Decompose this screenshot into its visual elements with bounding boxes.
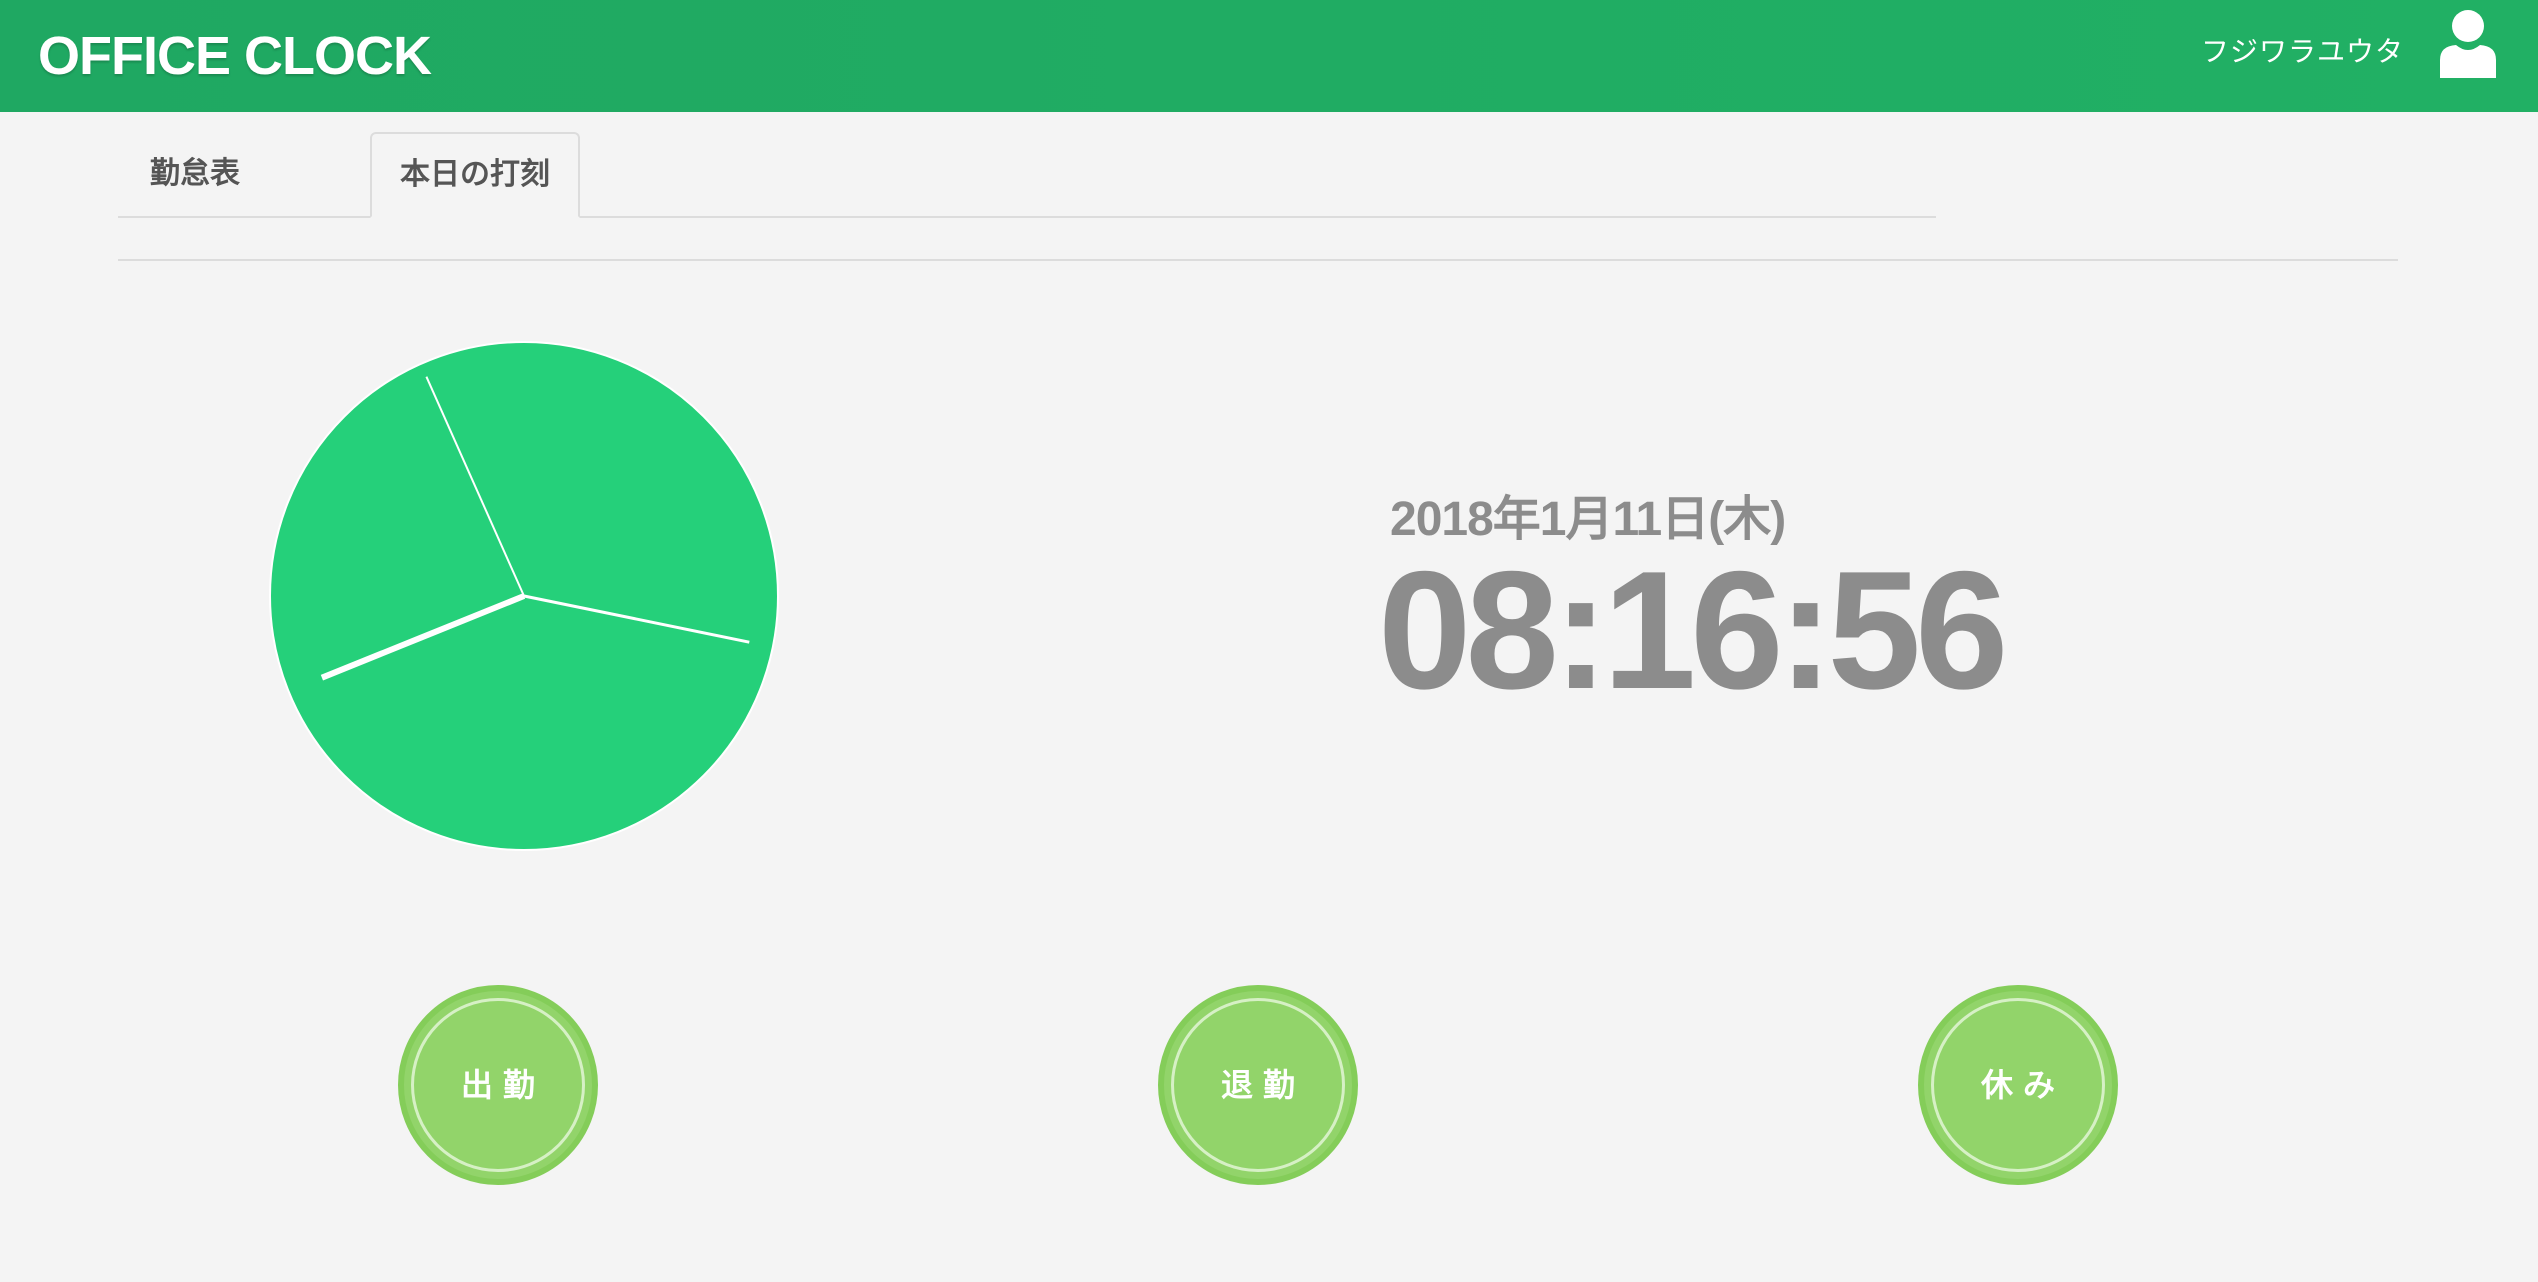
day-off-button[interactable]: 休み bbox=[1918, 985, 2118, 1185]
analog-clock bbox=[269, 341, 779, 851]
divider bbox=[118, 259, 2398, 261]
clock-in-button[interactable]: 出勤 bbox=[398, 985, 598, 1185]
tab-today-punch[interactable]: 本日の打刻 bbox=[370, 132, 580, 218]
day-off-label: 休み bbox=[1980, 1067, 2065, 1103]
clock-in-label: 出勤 bbox=[460, 1067, 545, 1103]
app-header: OFFICE CLOCK フジワラユウタ bbox=[0, 0, 2538, 112]
user-name[interactable]: フジワラユウタ bbox=[2201, 34, 2404, 70]
tab-bar: 勤怠表 本日の打刻 bbox=[118, 132, 1936, 218]
clock-out-button[interactable]: 退勤 bbox=[1158, 985, 1358, 1185]
user-icon[interactable] bbox=[2436, 8, 2500, 80]
tab-timesheet[interactable]: 勤怠表 bbox=[150, 132, 240, 216]
app-title: OFFICE CLOCK bbox=[38, 26, 432, 86]
current-time: 08:16:56 bbox=[1378, 536, 2008, 724]
clock-out-label: 退勤 bbox=[1220, 1067, 1305, 1103]
